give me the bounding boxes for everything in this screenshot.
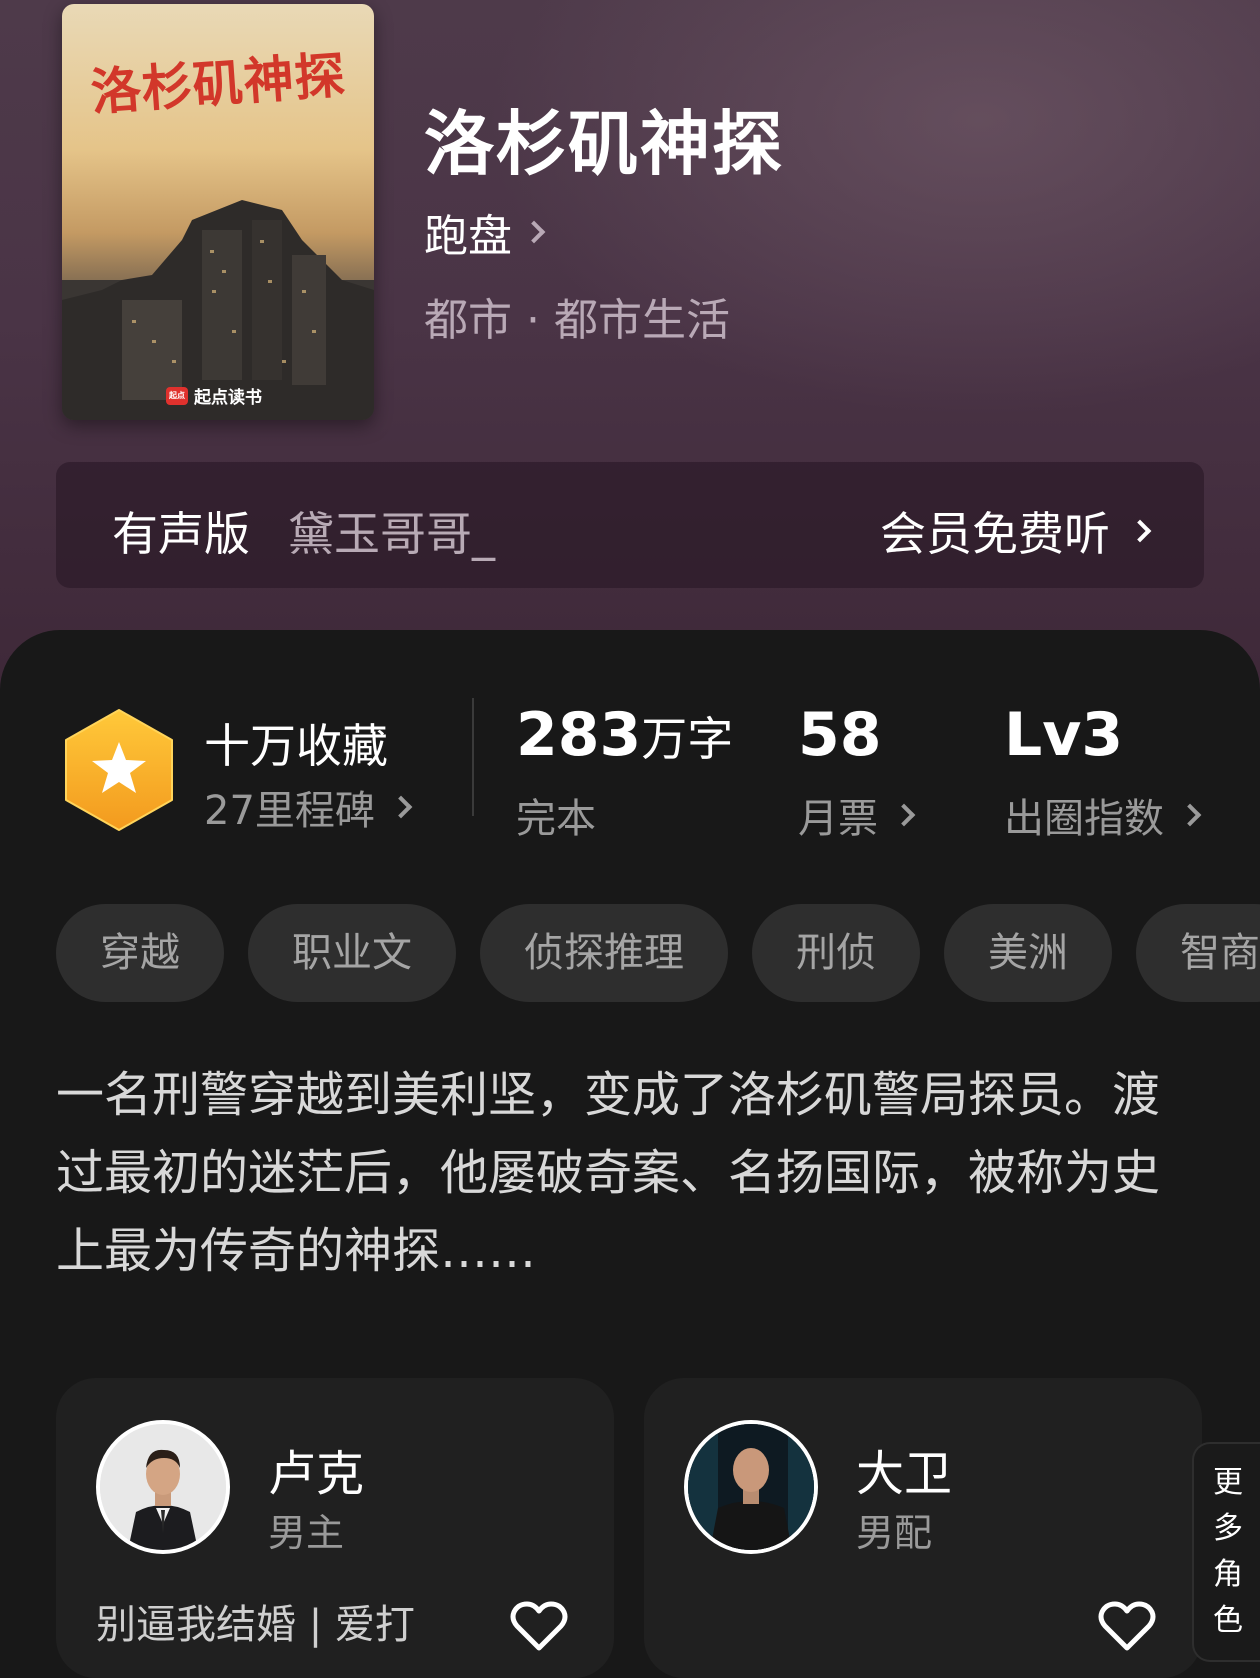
character-description: 别逼我结婚 | 爱打 [96, 1602, 415, 1648]
completion-status: 完本 [516, 796, 596, 842]
collection-star-badge-icon[interactable] [62, 708, 176, 832]
brand-logo-icon: 起点 [166, 386, 188, 405]
level-label: 出圈指数 [1004, 796, 1164, 842]
genre-label: 都市 · 都市生活 [424, 295, 730, 346]
tag-chip[interactable]: 侦探推理 [480, 904, 728, 1002]
more-characters-button[interactable]: 更 多 角 色 [1192, 1442, 1260, 1662]
audio-version-label: 有声版 [112, 507, 250, 561]
chevron-right-icon [389, 795, 413, 819]
tag-chip[interactable]: 职业文 [248, 904, 456, 1002]
chevron-right-icon [1128, 519, 1152, 543]
monthly-tickets-link[interactable]: 月票 [798, 786, 916, 844]
word-count: 283万字 [516, 700, 733, 770]
character-card[interactable]: 大卫 男配 [644, 1378, 1202, 1678]
tag-chip[interactable]: 美洲 [944, 904, 1112, 1002]
author-link[interactable]: 跑盘 [424, 200, 546, 264]
author-name: 跑盘 [424, 211, 512, 262]
character-name: 大卫 [856, 1446, 953, 1502]
character-role: 男配 [856, 1511, 933, 1555]
member-free-listen-label: 会员免费听 [880, 507, 1110, 561]
avatar [96, 1420, 230, 1554]
chevron-right-icon [892, 803, 916, 827]
book-title: 洛杉矶神探 [424, 102, 784, 185]
tag-chip[interactable]: 智商 [1136, 904, 1260, 1002]
audio-narrator: 黛玉哥哥_ [288, 507, 495, 561]
tag-chip[interactable]: 穿越 [56, 904, 224, 1002]
chevron-right-icon [1178, 803, 1202, 827]
audio-version-bar[interactable]: 有声版 黛玉哥哥_ 会员免费听 [56, 462, 1204, 588]
monthly-tickets-number: 58 [798, 700, 882, 770]
character-card[interactable]: 卢克 男主 别逼我结婚 | 爱打 [56, 1378, 614, 1678]
more-characters-label-char: 角 [1213, 1557, 1243, 1592]
level-value: Lv3 [1004, 700, 1123, 770]
chevron-right-icon [522, 220, 546, 244]
more-characters-label-char: 多 [1213, 1511, 1243, 1546]
level-number: Lv3 [1004, 700, 1124, 770]
milestone-link[interactable]: 27里程碑 [204, 778, 413, 836]
level-link[interactable]: 出圈指数 [1004, 786, 1202, 844]
character-name: 卢克 [268, 1446, 365, 1502]
book-description[interactable]: 一名刑警穿越到美利坚，变成了洛杉矶警局探员。渡过最初的迷茫后，他屡破奇案、名扬国… [56, 1056, 1206, 1290]
tag-list: 穿越 职业文 侦探推理 刑侦 美洲 智商 [56, 904, 1260, 1004]
cover-brand: 起点 起点读书 [166, 383, 262, 408]
tag-chip[interactable]: 刑侦 [752, 904, 920, 1002]
character-role: 男主 [268, 1511, 345, 1555]
cover-title: 洛杉矶神探 [88, 45, 348, 122]
character-portrait-david [688, 1424, 814, 1550]
more-characters-label-char: 更 [1213, 1465, 1243, 1500]
heart-icon[interactable] [1098, 1600, 1156, 1652]
cover-cityscape-illustration [62, 200, 374, 420]
word-count-unit: 万字 [641, 712, 734, 766]
heart-icon[interactable] [510, 1600, 568, 1652]
member-free-listen-button[interactable]: 会员免费听 [880, 498, 1152, 564]
collection-count: 十万收藏 [204, 719, 388, 773]
milestone-label: 27里程碑 [204, 788, 375, 834]
stats-divider [472, 698, 474, 816]
book-header: 洛杉矶神探 起点 起点读书 洛杉矶神探 跑盘 都市 · 都市生活 有声版 黛玉哥… [0, 0, 1260, 700]
brand-name: 起点读书 [194, 388, 262, 408]
more-characters-label-char: 色 [1213, 1603, 1243, 1638]
monthly-tickets-label: 月票 [798, 796, 878, 842]
word-count-number: 283 [516, 700, 642, 770]
book-cover[interactable]: 洛杉矶神探 起点 起点读书 [62, 4, 374, 420]
character-portrait-luke [100, 1424, 226, 1550]
monthly-tickets-count: 58 [798, 700, 882, 770]
avatar [684, 1420, 818, 1554]
